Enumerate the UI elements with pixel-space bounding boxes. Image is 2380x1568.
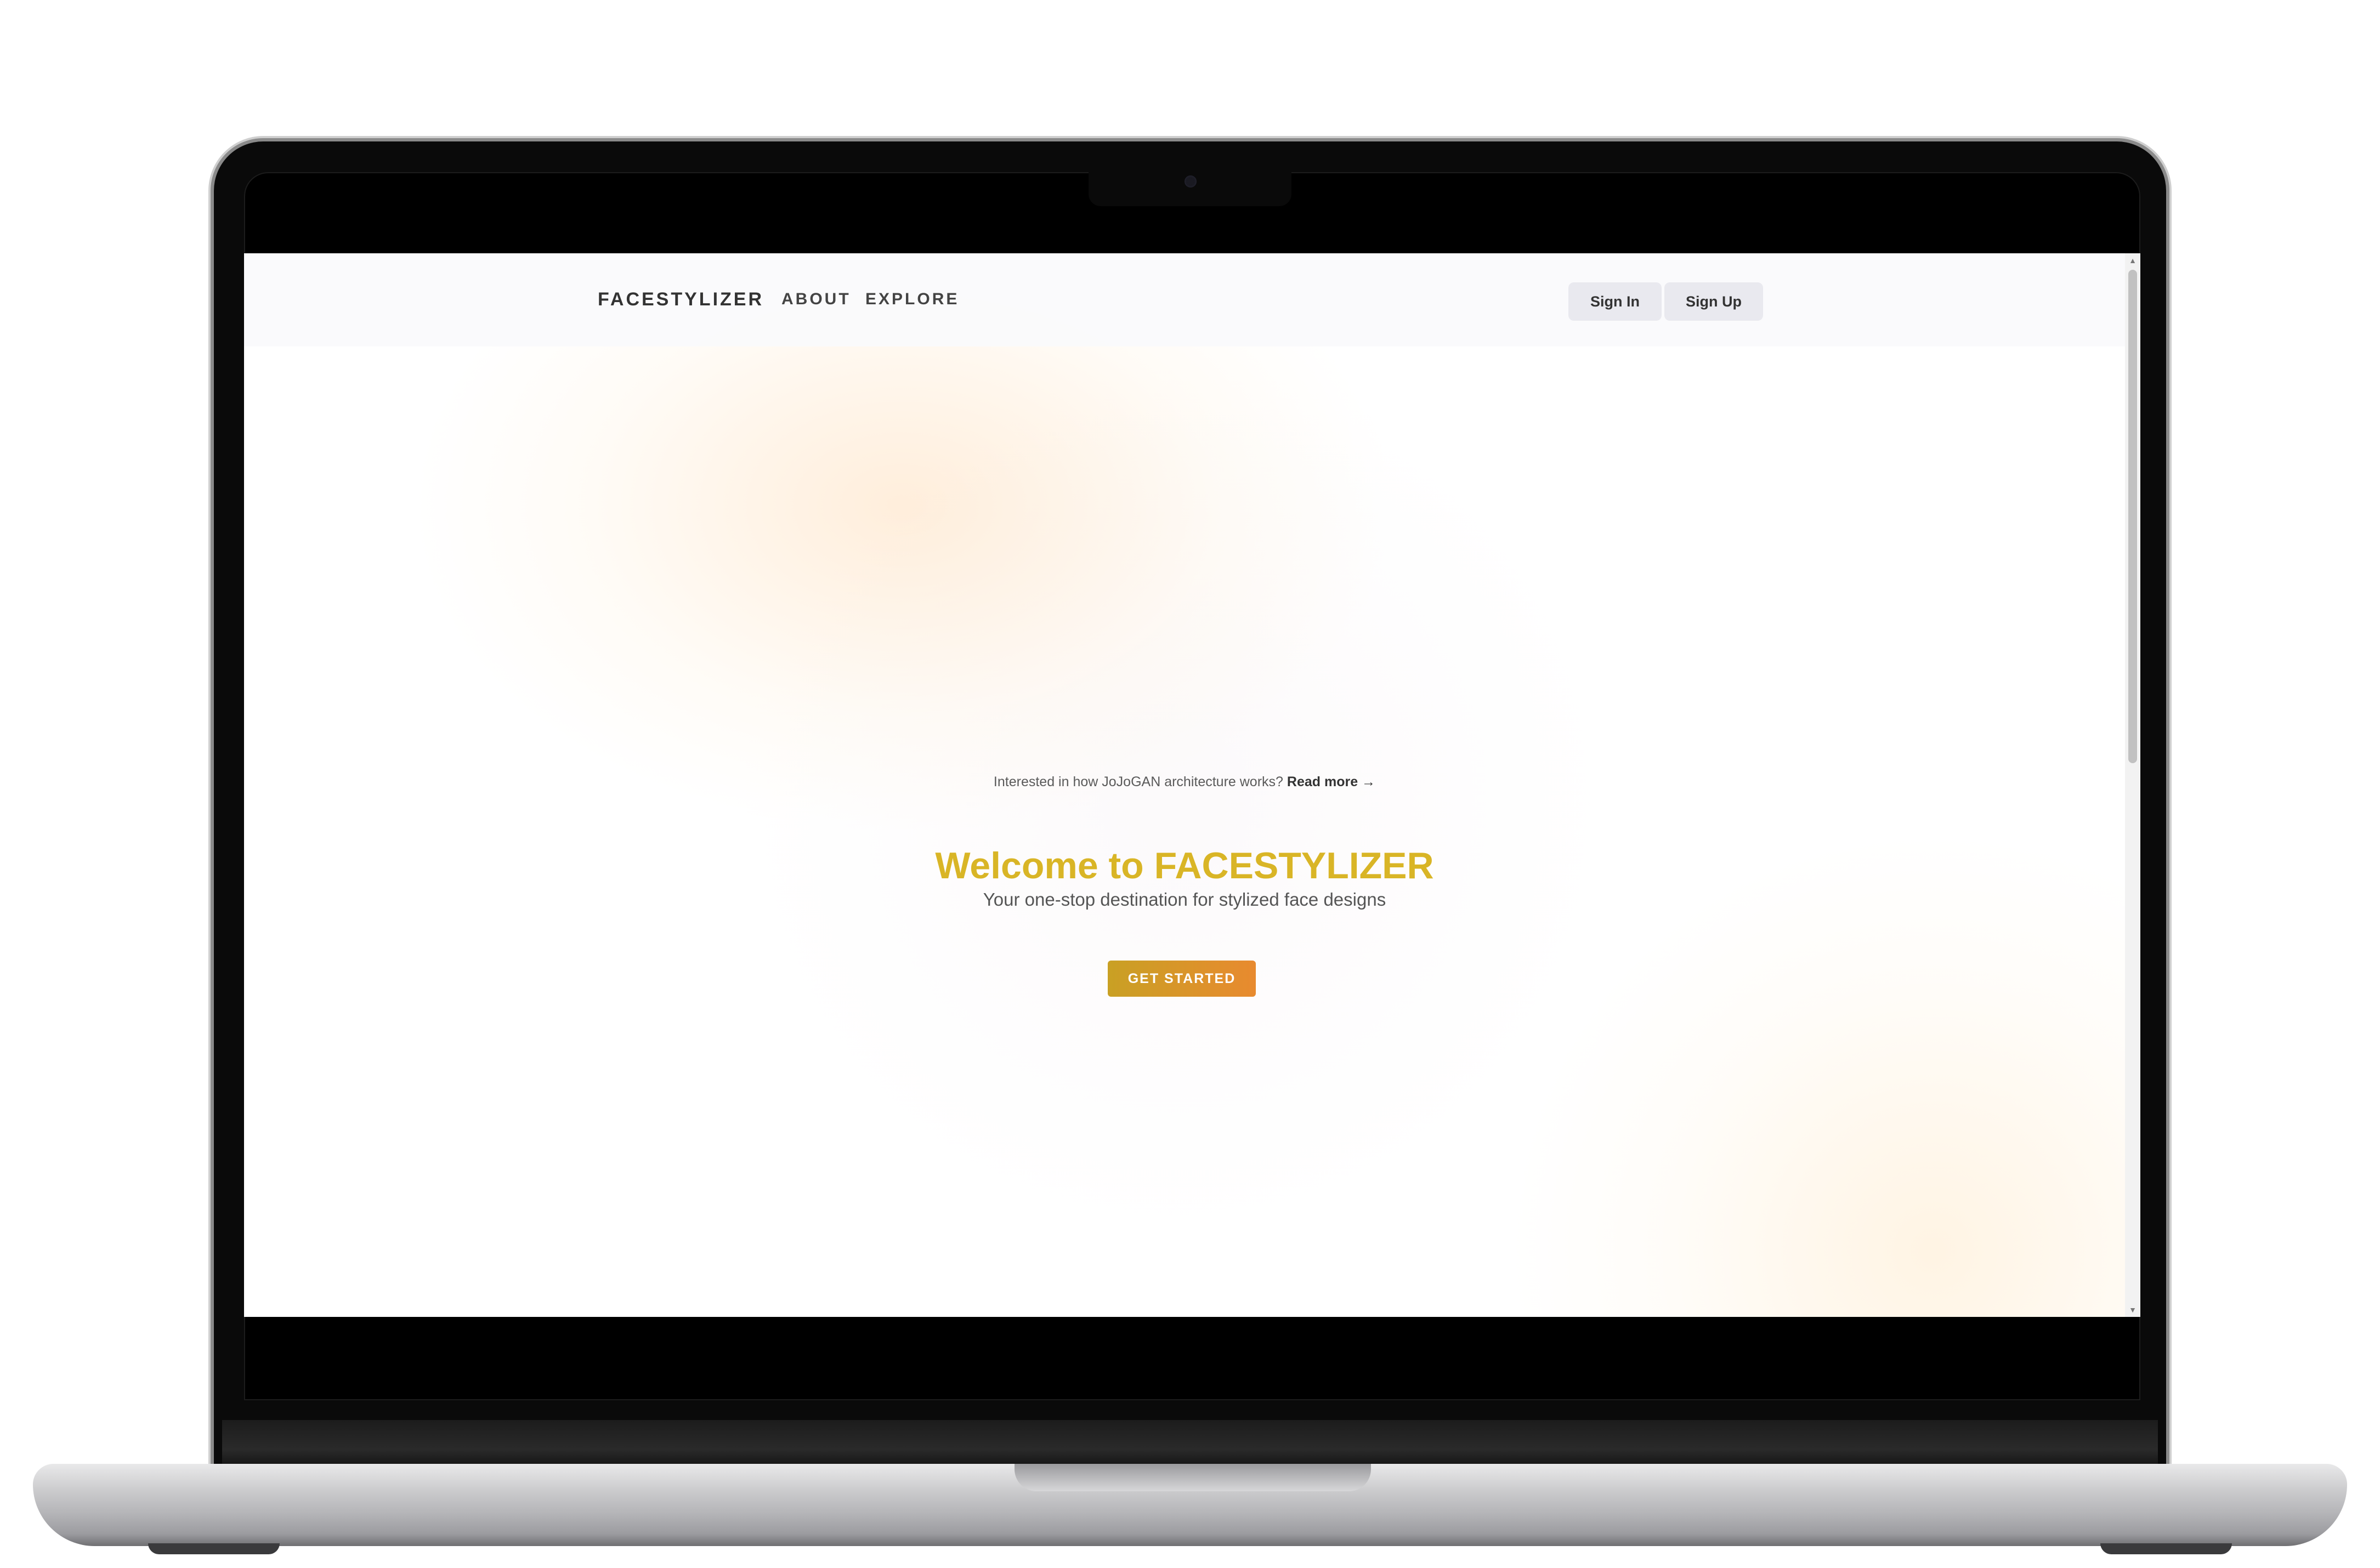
nav-link-about[interactable]: ABOUT	[781, 290, 851, 309]
read-more-link[interactable]: Read more →	[1287, 774, 1375, 789]
brand-logo[interactable]: FACESTYLIZER	[598, 289, 764, 310]
get-started-button[interactable]: GET STARTED	[1108, 961, 1256, 997]
trackpad-notch	[1015, 1464, 1371, 1491]
sign-up-button[interactable]: Sign Up	[1664, 282, 1763, 321]
announcement-text: Interested in how JoJoGAN architecture w…	[993, 774, 1283, 789]
hero-announcement: Interested in how JoJoGAN architecture w…	[244, 774, 2125, 790]
hero-subtitle: Your one-stop destination for stylized f…	[983, 889, 1386, 910]
browser-viewport: FACESTYLIZER ABOUT EXPLORE Sign In Sign …	[244, 253, 2140, 1317]
background-glow	[409, 286, 1396, 834]
scroll-down-icon[interactable]: ▼	[2128, 1305, 2137, 1315]
nav-link-explore[interactable]: EXPLORE	[865, 290, 959, 309]
top-navbar: FACESTYLIZER ABOUT EXPLORE Sign In Sign …	[244, 253, 2125, 346]
laptop-hinge	[222, 1420, 2158, 1469]
laptop-foot-right	[2100, 1543, 2232, 1554]
laptop-mockup: FACESTYLIZER ABOUT EXPLORE Sign In Sign …	[0, 0, 2380, 1568]
camera-icon	[1185, 175, 1197, 188]
scroll-up-icon[interactable]: ▲	[2128, 255, 2137, 265]
hero-title: Welcome to FACESTYLIZER	[935, 845, 1434, 887]
sign-in-button[interactable]: Sign In	[1568, 282, 1662, 321]
scrollbar-thumb[interactable]	[2128, 270, 2137, 763]
laptop-foot-left	[148, 1543, 280, 1554]
